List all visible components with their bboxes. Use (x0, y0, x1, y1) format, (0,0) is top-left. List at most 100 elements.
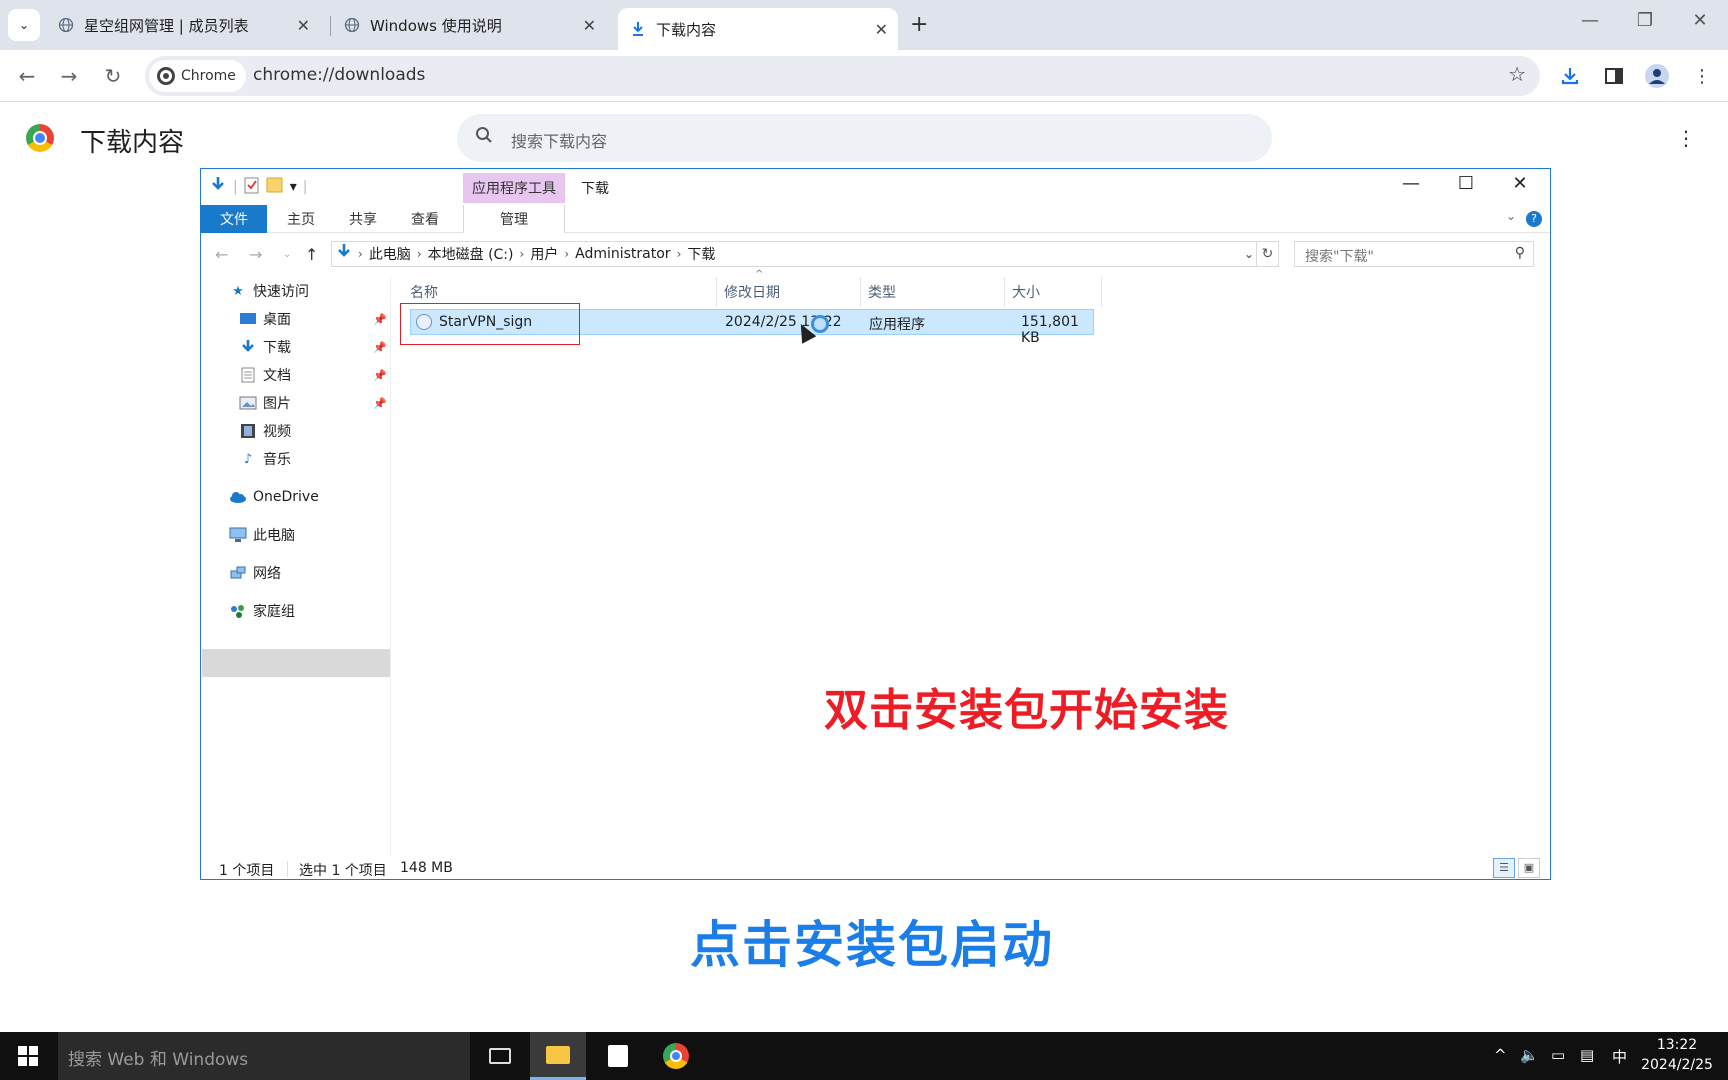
downloads-search[interactable]: 搜索下载内容 (457, 114, 1272, 162)
chrome-icon (663, 1043, 689, 1069)
downloads-icon[interactable] (1556, 62, 1584, 90)
page-more-menu-icon[interactable]: ⋮ (1676, 126, 1696, 150)
properties-icon[interactable] (244, 176, 260, 198)
nav-homegroup[interactable]: 家庭组 (229, 597, 295, 625)
ime-indicator[interactable]: 中 (1612, 1046, 1627, 1067)
computer-icon (229, 527, 247, 543)
details-view-icon[interactable]: ☰ (1493, 858, 1515, 878)
forward-arrow-icon[interactable]: → (55, 62, 83, 90)
new-folder-icon[interactable] (266, 177, 284, 197)
close-icon[interactable]: ✕ (583, 16, 596, 35)
restore-icon[interactable]: ❐ (1630, 10, 1660, 31)
download-icon (630, 21, 646, 37)
taskbar-chrome[interactable] (648, 1032, 704, 1080)
chip-label: Chrome (181, 68, 236, 84)
nav-label: 此电脑 (253, 528, 295, 544)
tray-expand-icon[interactable]: ^ (1494, 1046, 1507, 1064)
site-info-chip[interactable]: Chrome (149, 60, 246, 92)
taskbar-store[interactable] (590, 1032, 646, 1080)
new-tab-button[interactable]: + (910, 12, 928, 37)
document-icon (239, 367, 257, 383)
column-header-type[interactable]: 类型 (862, 277, 1005, 307)
nav-label: 视频 (263, 424, 291, 440)
maximize-icon[interactable]: ☐ (1446, 173, 1486, 194)
network-status-icon[interactable]: ▭ (1551, 1046, 1565, 1064)
loading-spinner-icon (811, 315, 829, 333)
taskbar-file-explorer[interactable] (530, 1032, 586, 1080)
system-clock[interactable]: 13:22 2024/2/25 (1636, 1035, 1718, 1075)
nav-music[interactable]: ♪ 音乐 (239, 445, 291, 473)
address-dropdown-icon[interactable]: ⌄ (1244, 247, 1254, 261)
refresh-icon[interactable]: ↻ (1256, 242, 1278, 266)
up-arrow-icon[interactable]: ↑ (305, 245, 318, 264)
nav-pictures[interactable]: 图片 📌 (239, 389, 419, 417)
pin-icon[interactable]: 📌 (373, 369, 387, 382)
nav-desktop[interactable]: 桌面 📌 (239, 305, 419, 333)
profile-avatar-icon[interactable] (1643, 62, 1671, 90)
pin-icon[interactable]: 📌 (373, 341, 387, 354)
more-menu-icon[interactable]: ⋮ (1688, 62, 1716, 90)
address-row: ← → ⌄ ↑ › 此电脑 › 本地磁盘 (C:) › 用户 › Adminis… (201, 239, 1550, 271)
nav-label: 文档 (263, 368, 291, 384)
nav-quick-access[interactable]: ★ 快速访问 (229, 277, 309, 305)
task-view-button[interactable] (472, 1032, 528, 1080)
close-icon[interactable]: ✕ (297, 16, 310, 35)
nav-network[interactable]: 网络 (229, 559, 281, 587)
search-icon: ⚲ (1514, 245, 1525, 261)
reload-icon[interactable]: ↻ (99, 62, 127, 90)
ribbon-collapse-icon[interactable]: ⌄ (1506, 209, 1516, 223)
pin-icon[interactable]: 📌 (373, 313, 387, 326)
tab-search-button[interactable]: ⌄ (8, 9, 40, 41)
close-icon[interactable]: ✕ (875, 20, 888, 39)
breadcrumb-separator: › (358, 247, 363, 261)
tab-team-members[interactable]: 星空组网管理 | 成员列表 ✕ (46, 8, 320, 42)
help-icon[interactable]: ? (1526, 211, 1542, 227)
tab-view[interactable]: 查看 (395, 205, 455, 233)
nav-onedrive[interactable]: OneDrive (229, 483, 319, 511)
close-window-icon[interactable]: ✕ (1685, 10, 1715, 31)
close-icon[interactable]: ✕ (1500, 173, 1540, 194)
address-bar[interactable]: Chrome chrome://downloads ☆ (145, 56, 1540, 96)
column-header-size[interactable]: 大小 (1006, 277, 1102, 307)
minimize-icon[interactable]: — (1391, 173, 1431, 194)
nav-videos[interactable]: 视频 (239, 417, 291, 445)
pictures-icon (239, 395, 257, 411)
windows-start-icon[interactable] (18, 1046, 38, 1066)
video-icon (239, 423, 257, 439)
breadcrumb-local-disk[interactable]: 本地磁盘 (C:) (428, 244, 514, 264)
back-arrow-icon[interactable]: ← (13, 62, 41, 90)
taskbar-search[interactable]: 搜索 Web 和 Windows (58, 1032, 470, 1080)
nav-documents[interactable]: 文档 📌 (239, 361, 419, 389)
side-panel-icon[interactable] (1600, 62, 1628, 90)
pin-icon[interactable]: 📌 (373, 397, 387, 410)
breadcrumb-this-pc[interactable]: 此电脑 (369, 244, 411, 264)
volume-icon[interactable]: 🔈 (1520, 1046, 1539, 1064)
back-arrow-icon[interactable]: ← (215, 245, 228, 264)
tab-share[interactable]: 共享 (333, 205, 393, 233)
customize-dropdown-icon[interactable]: ▾ (290, 179, 297, 195)
tab-manage[interactable]: 管理 (463, 205, 565, 233)
url-text[interactable]: chrome://downloads (253, 65, 425, 85)
breadcrumb-downloads[interactable]: 下载 (687, 244, 715, 264)
status-divider (287, 861, 288, 877)
column-header-modified[interactable]: 修改日期 (718, 277, 861, 307)
recent-dropdown-icon[interactable]: ⌄ (283, 249, 291, 260)
notification-icon[interactable]: ▤ (1580, 1046, 1594, 1064)
bookmark-star-icon[interactable]: ☆ (1508, 62, 1526, 86)
breadcrumb-administrator[interactable]: Administrator (575, 246, 670, 262)
forward-arrow-icon[interactable]: → (249, 245, 262, 264)
large-icons-view-icon[interactable]: ▣ (1518, 858, 1540, 878)
download-folder-icon[interactable] (209, 176, 227, 198)
minimize-icon[interactable]: — (1575, 10, 1605, 31)
nav-this-pc[interactable]: 此电脑 (229, 521, 295, 549)
tab-downloads[interactable]: 下载内容 ✕ (618, 8, 898, 50)
explorer-address-bar[interactable]: › 此电脑 › 本地磁盘 (C:) › 用户 › Administrator ›… (331, 241, 1279, 267)
nav-downloads[interactable]: 下载 📌 (239, 333, 419, 361)
quick-access-toolbar: | ▾ | (209, 175, 307, 199)
tab-home[interactable]: 主页 (271, 205, 331, 233)
breadcrumb-users[interactable]: 用户 (530, 244, 558, 264)
explorer-search-input[interactable]: 搜索"下载" ⚲ (1294, 241, 1534, 267)
tab-windows-guide[interactable]: Windows 使用说明 ✕ (332, 8, 606, 42)
tab-file[interactable]: 文件 (201, 205, 267, 233)
cloud-icon (229, 489, 247, 505)
